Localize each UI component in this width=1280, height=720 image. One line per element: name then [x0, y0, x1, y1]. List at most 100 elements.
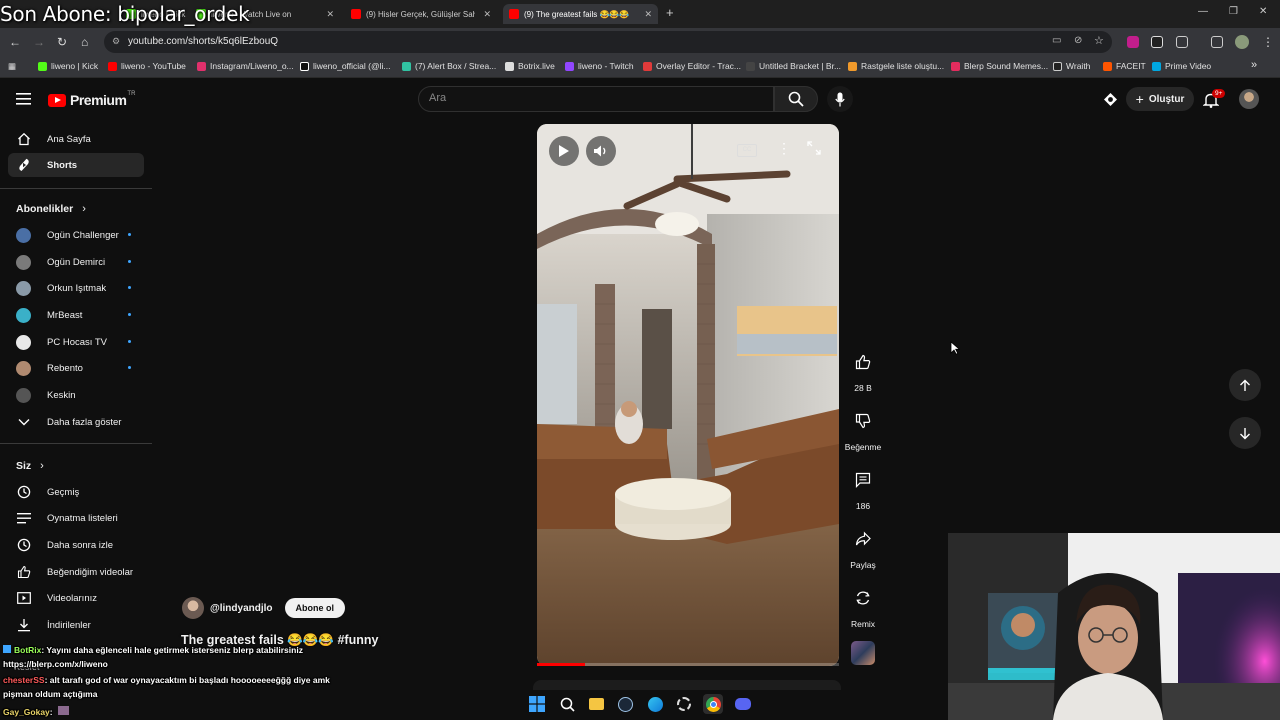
- channel-name[interactable]: @lindyandjlo: [210, 603, 273, 614]
- bookmark-item[interactable]: Rastgele liste oluştu...: [848, 61, 944, 71]
- bookmark-item[interactable]: liweno - YouTube: [108, 61, 186, 71]
- back-icon[interactable]: ←: [9, 35, 21, 49]
- youtube-premium-logo[interactable]: Premium TR: [48, 91, 135, 108]
- sidebar-item-label: Shorts: [47, 159, 78, 171]
- studio-icon[interactable]: [1103, 92, 1118, 112]
- sidebar-subscription[interactable]: Orkun Işıtmak: [8, 276, 144, 300]
- bookmark-item[interactable]: Instagram/Liweno_o...: [197, 61, 294, 71]
- extensions-puzzle-icon[interactable]: [1176, 36, 1188, 48]
- sidebar-item-history[interactable]: Geçmiş: [8, 480, 144, 504]
- chat-message: pişman oldum açtığıma: [3, 689, 97, 699]
- tab-youtube-active[interactable]: (9) The greatest fails 😂😂😂 ✕: [503, 4, 658, 24]
- bookmark-item[interactable]: Prime Video: [1152, 61, 1211, 71]
- extension-icon[interactable]: [1127, 36, 1139, 48]
- file-explorer-icon[interactable]: [586, 694, 606, 714]
- more-options-icon[interactable]: ⋮: [777, 140, 791, 157]
- remix-button[interactable]: [846, 581, 880, 615]
- shorts-video-player[interactable]: CC ⋮: [537, 124, 839, 666]
- sidebar-item-your-videos[interactable]: Videolarınız: [8, 586, 144, 610]
- bookmark-star-icon[interactable]: ☆: [1094, 34, 1104, 47]
- like-button[interactable]: [846, 345, 880, 379]
- minimize-icon[interactable]: —: [1198, 6, 1208, 17]
- remix-action[interactable]: Remix: [843, 581, 883, 629]
- comments-button[interactable]: [846, 463, 880, 497]
- you-heading[interactable]: Siz ›: [16, 460, 44, 472]
- extension-icon[interactable]: [1151, 36, 1163, 48]
- bookmark-item[interactable]: liweno - Twitch: [565, 61, 634, 71]
- bookmark-item[interactable]: Blerp Sound Memes...: [951, 61, 1048, 71]
- dislike-button[interactable]: [846, 404, 880, 438]
- reload-icon[interactable]: ↻: [57, 35, 67, 49]
- voice-search-button[interactable]: [827, 86, 853, 112]
- home-icon[interactable]: ⌂: [81, 35, 88, 49]
- channel-avatar[interactable]: [182, 597, 204, 619]
- address-bar[interactable]: ⚙ youtube.com/shorts/k5q6lEzbouQ ▭ ⊘ ☆: [104, 31, 1112, 53]
- more-bookmarks-icon[interactable]: »: [1251, 59, 1257, 71]
- sidebar-subscription[interactable]: MrBeast: [8, 303, 144, 327]
- search-input[interactable]: [429, 92, 759, 104]
- search-button[interactable]: [774, 86, 818, 112]
- forward-icon[interactable]: →: [33, 35, 45, 49]
- sidebar-subscription[interactable]: Ogün Challenger: [8, 223, 144, 247]
- close-window-icon[interactable]: ✕: [1259, 6, 1267, 17]
- like-action[interactable]: 28 B: [843, 345, 883, 393]
- bookmark-item[interactable]: (7) Alert Box / Strea...: [402, 61, 496, 71]
- browser-menu-icon[interactable]: ⋮: [1262, 35, 1274, 49]
- steam-icon[interactable]: [615, 694, 635, 714]
- menu-hamburger-icon[interactable]: [16, 92, 32, 111]
- chrome-icon[interactable]: [703, 694, 723, 714]
- tab-close-icon[interactable]: ✕: [318, 9, 334, 20]
- bookmark-item[interactable]: liweno_official (@li...: [300, 61, 390, 71]
- previous-short-button[interactable]: [1229, 369, 1261, 401]
- site-info-icon[interactable]: ⚙: [112, 36, 120, 47]
- windows-start-icon[interactable]: [527, 694, 547, 714]
- tab-search-icon[interactable]: [1211, 36, 1223, 48]
- captions-icon[interactable]: CC: [737, 144, 757, 157]
- bookmark-item[interactable]: FACEIT: [1103, 61, 1146, 71]
- fullscreen-icon[interactable]: [807, 141, 821, 160]
- bookmark-item[interactable]: liweno | Kick: [38, 61, 98, 71]
- sidebar-item-playlists[interactable]: Oynatma listeleri: [8, 506, 144, 530]
- sidebar-item-liked[interactable]: Beğendiğim videolar: [8, 560, 144, 584]
- bookmark-item[interactable]: Wraith: [1053, 61, 1090, 71]
- maximize-icon[interactable]: ❐: [1229, 6, 1238, 17]
- subscriptions-heading[interactable]: Abonelikler ›: [16, 203, 86, 215]
- sidebar-item-shorts[interactable]: Shorts: [8, 153, 144, 177]
- bookmark-item[interactable]: Botrix.live: [505, 61, 555, 71]
- new-tab-button[interactable]: +: [666, 5, 674, 20]
- tab-youtube-hisler[interactable]: (9) Hisler Gerçek, Gülüşler Sahte ✕: [345, 4, 497, 24]
- sidebar-item-downloads[interactable]: İndirilenler: [8, 613, 144, 637]
- volume-button[interactable]: [586, 136, 616, 166]
- profile-avatar[interactable]: [1235, 35, 1249, 49]
- share-action[interactable]: Paylaş: [843, 522, 883, 570]
- sidebar-subscription[interactable]: Keskin: [8, 383, 144, 407]
- show-more-button[interactable]: Daha fazla göster: [8, 410, 144, 434]
- play-button[interactable]: [549, 136, 579, 166]
- sidebar-item-watch-later[interactable]: Daha sonra izle: [8, 533, 144, 557]
- eye-slash-icon[interactable]: ⊘: [1074, 35, 1082, 46]
- share-button[interactable]: [846, 522, 880, 556]
- discord-icon[interactable]: [733, 694, 753, 714]
- dislike-action[interactable]: Beğenme: [843, 404, 883, 452]
- tab-close-icon[interactable]: ✕: [475, 9, 491, 20]
- edge-icon[interactable]: [645, 694, 665, 714]
- sidebar-subscription[interactable]: PC Hocası TV: [8, 330, 144, 354]
- bookmark-item[interactable]: Overlay Editor - Trac...: [643, 61, 741, 71]
- create-button[interactable]: + Oluştur: [1126, 87, 1194, 111]
- comments-action[interactable]: 186: [843, 463, 883, 511]
- sidebar-subscription[interactable]: Rebento: [8, 356, 144, 380]
- next-short-button[interactable]: [1229, 417, 1261, 449]
- sidebar-item-home[interactable]: Ana Sayfa: [8, 127, 144, 151]
- audio-source-thumbnail[interactable]: [851, 641, 875, 665]
- settings-gear-icon[interactable]: [674, 694, 694, 714]
- subscribe-button[interactable]: Abone ol: [284, 598, 346, 618]
- bookmark-item[interactable]: Untitled Bracket | Br...: [746, 61, 841, 71]
- video-progress-bar[interactable]: [537, 663, 839, 666]
- share-label: Paylaş: [850, 560, 876, 570]
- taskbar-search-icon[interactable]: [557, 694, 577, 714]
- sidebar-subscription[interactable]: Ogün Demirci: [8, 250, 144, 274]
- tab-close-icon[interactable]: ✕: [636, 9, 652, 20]
- apps-grid-icon[interactable]: ▦: [8, 61, 16, 72]
- account-avatar[interactable]: [1239, 89, 1259, 109]
- cast-icon[interactable]: ▭: [1052, 35, 1061, 46]
